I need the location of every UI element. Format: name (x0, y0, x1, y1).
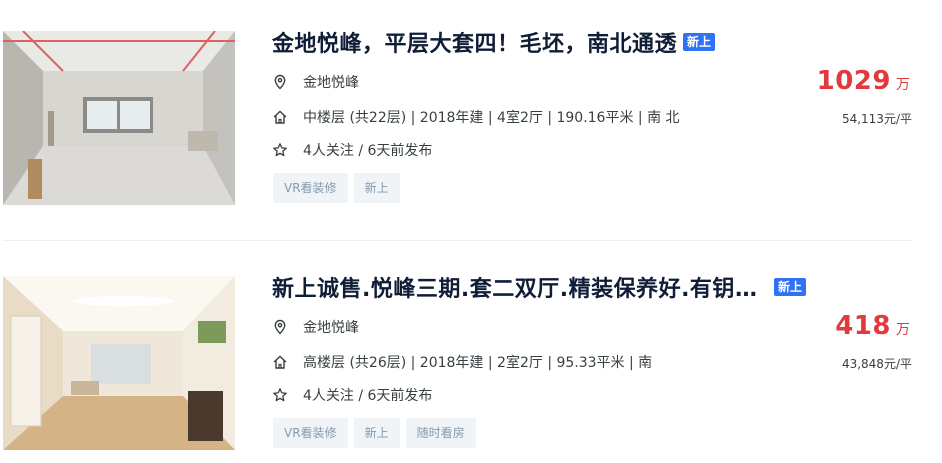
listing-title[interactable]: 新上诚售.悦峰三期.套二双厅.精装保养好.有钥匙看房方便 (272, 271, 762, 303)
community-link[interactable]: 金地悦峰 (303, 317, 359, 337)
house-icon (272, 109, 288, 125)
photo-unfinished-room (3, 31, 235, 205)
community-row: 金地悦峰 (272, 72, 359, 92)
unit-price: 54,113元/平 (841, 112, 912, 126)
tag: 新上 (353, 418, 400, 448)
house-icon (272, 354, 288, 370)
listing-card[interactable]: 金地悦峰，平层大套四！毛坯，南北通透 新上 金地悦峰 中楼层 (共22层) | … (0, 0, 942, 215)
listing-photo[interactable] (3, 276, 235, 450)
location-pin-icon (272, 74, 288, 90)
follow-info: 4人关注 / 6天前发布 (303, 143, 433, 159)
star-icon (272, 387, 288, 403)
listing-title[interactable]: 金地悦峰，平层大套四！毛坯，南北通透 (272, 26, 677, 58)
total-price: 418 万 (835, 311, 910, 341)
price-value: 1029 (816, 66, 891, 96)
unit-price: 43,848元/平 (841, 357, 912, 371)
details-row: 中楼层 (共22层) | 2018年建 | 4室2厅 | 190.16平米 | … (272, 107, 680, 127)
tag: VR看装修 (273, 173, 348, 203)
follow-row: 4人关注 / 6天前发布 (272, 140, 432, 160)
price-value: 418 (835, 311, 891, 341)
tag: VR看装修 (273, 418, 348, 448)
tag-list: VR看装修 新上 随时看房 (273, 418, 482, 448)
follow-info: 4人关注 / 6天前发布 (303, 388, 433, 404)
listing-card[interactable]: 新上诚售.悦峰三期.套二双厅.精装保养好.有钥匙看房方便 新上 金地悦峰 高楼层… (0, 245, 942, 460)
new-badge: 新上 (683, 33, 716, 51)
house-details: 中楼层 (共22层) | 2018年建 | 4室2厅 | 190.16平米 | … (303, 110, 680, 126)
tag: 新上 (353, 173, 400, 203)
follow-row: 4人关注 / 6天前发布 (272, 385, 432, 405)
house-details: 高楼层 (共26层) | 2018年建 | 2室2厅 | 95.33平米 | 南 (303, 355, 653, 371)
total-price: 1029 万 (817, 66, 910, 96)
location-pin-icon (272, 319, 288, 335)
listing-divider (3, 240, 912, 241)
new-badge: 新上 (774, 278, 807, 296)
price-unit: 万 (896, 77, 910, 93)
tag: 随时看房 (405, 418, 476, 448)
photo-furnished-room (3, 276, 235, 450)
community-link[interactable]: 金地悦峰 (303, 72, 359, 92)
tag-list: VR看装修 新上 (273, 173, 406, 203)
listing-photo[interactable] (3, 31, 235, 205)
community-row: 金地悦峰 (272, 317, 359, 337)
star-icon (272, 142, 288, 158)
details-row: 高楼层 (共26层) | 2018年建 | 2室2厅 | 95.33平米 | 南 (272, 352, 652, 372)
price-unit: 万 (896, 322, 910, 338)
